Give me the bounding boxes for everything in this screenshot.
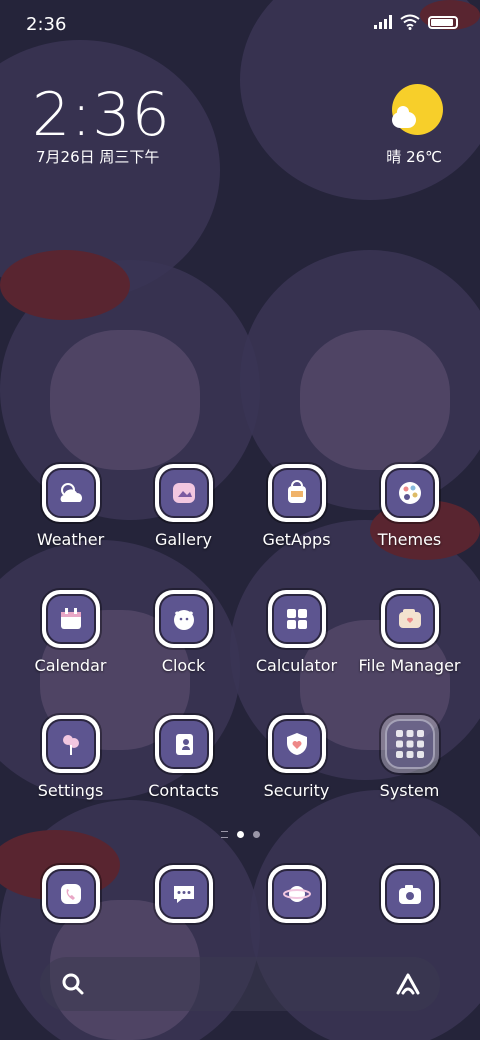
calendar-icon	[45, 594, 96, 644]
status-time: 2:36	[26, 14, 67, 35]
system-folder-icon	[384, 719, 435, 769]
search-bar[interactable]	[40, 957, 440, 1011]
dock-messages[interactable]	[127, 865, 240, 923]
weather-widget-text: 晴 26℃	[386, 148, 442, 166]
wifi-icon	[400, 14, 420, 30]
themes-icon	[384, 468, 435, 518]
app-label: Calculator	[255, 656, 338, 675]
page-indicator[interactable]	[0, 831, 480, 838]
app-label: Themes	[377, 530, 442, 549]
page-list-icon	[220, 831, 228, 838]
getapps-icon	[271, 468, 322, 518]
app-label: Contacts	[148, 781, 219, 800]
app-getapps[interactable]: GetApps	[240, 464, 353, 549]
app-file-manager[interactable]: File Manager	[353, 590, 466, 675]
app-label: Settings	[37, 781, 104, 800]
app-weather[interactable]: Weather	[14, 464, 127, 549]
phone-icon	[45, 869, 96, 919]
dock-camera[interactable]	[353, 865, 466, 923]
file-manager-icon	[384, 594, 435, 644]
page-dot-active	[236, 831, 244, 838]
browser-icon	[271, 869, 322, 919]
dock-browser[interactable]	[240, 865, 353, 923]
search-icon[interactable]	[60, 971, 86, 997]
contacts-icon	[158, 719, 209, 769]
app-label: GetApps	[262, 530, 331, 549]
settings-icon	[45, 719, 96, 769]
messages-icon	[158, 869, 209, 919]
app-calendar[interactable]: Calendar	[14, 590, 127, 675]
weather-icon	[45, 468, 96, 518]
app-label: File Manager	[358, 656, 461, 675]
app-label: System	[379, 781, 440, 800]
security-icon	[271, 719, 322, 769]
signal-icon	[374, 15, 392, 29]
gallery-icon	[158, 468, 209, 518]
app-label: Calendar	[34, 656, 107, 675]
camera-icon	[384, 869, 435, 919]
app-label: Gallery	[155, 530, 212, 549]
cloud-icon	[392, 106, 416, 128]
status-bar: 2:36	[0, 0, 480, 50]
app-themes[interactable]: Themes	[353, 464, 466, 549]
app-gallery[interactable]: Gallery	[127, 464, 240, 549]
dock-phone[interactable]	[14, 865, 127, 923]
app-system-folder[interactable]: System	[353, 715, 466, 800]
clock-icon	[158, 594, 209, 644]
battery-icon	[428, 15, 458, 29]
app-label: Security	[263, 781, 330, 800]
calculator-icon	[271, 594, 322, 644]
app-label: Clock	[161, 656, 206, 675]
page-dot	[252, 831, 260, 838]
app-settings[interactable]: Settings	[14, 715, 127, 800]
clock-widget-date: 7月26日 周三下午	[36, 148, 160, 166]
app-clock[interactable]: Clock	[127, 590, 240, 675]
app-calculator[interactable]: Calculator	[240, 590, 353, 675]
app-label: Weather	[36, 530, 105, 549]
assistant-icon[interactable]	[394, 971, 422, 997]
app-contacts[interactable]: Contacts	[127, 715, 240, 800]
clock-widget-time[interactable]: 2:36	[32, 80, 171, 150]
app-security[interactable]: Security	[240, 715, 353, 800]
